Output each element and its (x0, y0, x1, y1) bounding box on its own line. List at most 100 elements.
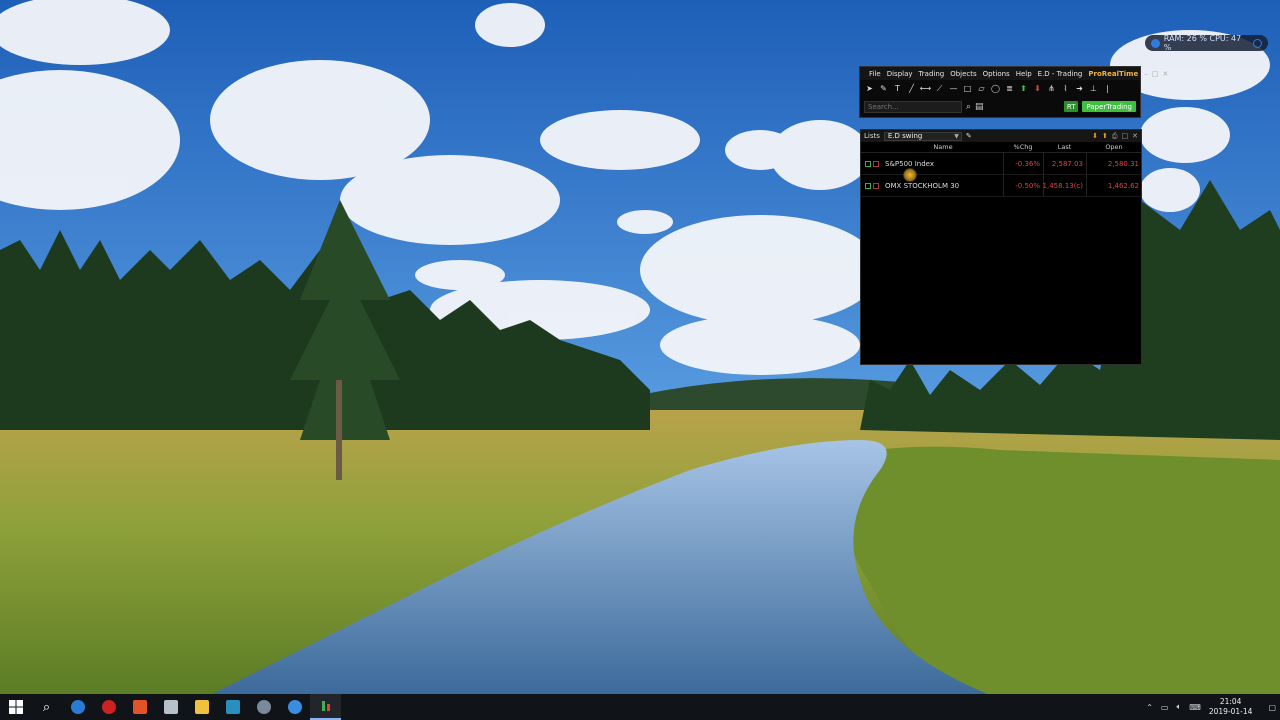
hline-tool-icon[interactable]: — (948, 83, 959, 94)
chart-checkbox[interactable] (865, 160, 871, 167)
text-tool-icon[interactable]: T (892, 83, 903, 94)
cursor-highlight (903, 168, 917, 182)
change-value: -0.36% (1003, 153, 1043, 174)
last-value: 2,587.03 (1043, 153, 1086, 174)
app-icon (132, 700, 147, 714)
channel-tool-icon[interactable]: ▱ (976, 83, 987, 94)
edge-icon (70, 700, 85, 714)
search-input[interactable] (864, 100, 962, 113)
ray-tool-icon[interactable]: ⟷ (920, 83, 931, 94)
column-name[interactable]: Name (883, 143, 1003, 151)
ellipse-tool-icon[interactable]: ◯ (990, 83, 1001, 94)
column-open[interactable]: Open (1086, 143, 1142, 151)
measure-tool-icon[interactable]: ⊥ (1088, 83, 1099, 94)
realtime-badge[interactable]: RT (1063, 101, 1079, 112)
bars-tool-icon[interactable]: | (1102, 83, 1113, 94)
line-tool-icon[interactable]: ╱ (906, 83, 917, 94)
window-controls: – □ ✕ (1144, 70, 1171, 78)
search-icon[interactable]: ⌕ (966, 102, 971, 112)
alert-checkbox[interactable] (873, 182, 879, 189)
fibonacci-tool-icon[interactable]: ≣ (1004, 83, 1015, 94)
maximize-icon[interactable]: □ (1122, 132, 1129, 141)
chevron-down-icon: ▼ (954, 132, 959, 140)
taskbar-ie[interactable] (279, 694, 310, 720)
rectangle-tool-icon[interactable]: □ (962, 83, 973, 94)
lists-title: Lists (864, 132, 880, 140)
prorealtime-toolbar-window: File Display Trading Objects Options Hel… (859, 66, 1168, 118)
selected-list-name: E.D swing (887, 132, 923, 140)
network-icon[interactable]: ▭ (1161, 703, 1169, 712)
menu-bar: File Display Trading Objects Options Hel… (860, 67, 1168, 80)
taskbar-recorder[interactable] (93, 694, 124, 720)
taskbar-webcam[interactable] (248, 694, 279, 720)
alert-checkbox[interactable] (873, 160, 879, 167)
taskbar-app-grey[interactable] (155, 694, 186, 720)
prorealtime-taskbar-icon (321, 701, 330, 711)
instrument-name: S&P500 Index (885, 159, 934, 168)
chevron-up-icon[interactable]: ⌃ (1146, 703, 1153, 712)
language-icon[interactable]: ⌨ (1189, 703, 1201, 712)
search-row: ⌕ ▤ RT PaperTrading (860, 97, 1140, 116)
webcam-icon (256, 700, 271, 714)
screener-icon[interactable]: ▤ (975, 102, 984, 112)
menu-file[interactable]: File (869, 70, 881, 78)
windows-logo-icon (8, 700, 23, 714)
lists-window: Lists E.D swing ▼ ✎ ⬇ ⬆ ⎙ □ ✕ Name %Chg … (860, 129, 1142, 365)
clock-date: 2019-01-14 (1208, 707, 1253, 716)
clock[interactable]: 21:04 2019-01-14 (1209, 697, 1253, 717)
taskbar-explorer[interactable] (186, 694, 217, 720)
column-header: Name %Chg Last Open (861, 142, 1141, 153)
print-icon[interactable]: ⎙ (1112, 132, 1118, 141)
close-icon[interactable]: ✕ (1162, 70, 1168, 78)
brand-label: ProRealTime (1088, 69, 1139, 78)
taskbar-edge[interactable] (62, 694, 93, 720)
column-last[interactable]: Last (1043, 143, 1086, 151)
drawing-tools-bar: ➤ ✎ T ╱ ⟷ ⟋ — □ ▱ ◯ ≣ ⬆ ⬇ ⋔ ⌇ ➜ ⊥ | (860, 80, 1140, 97)
last-value: 1,458.13(c) (1043, 175, 1086, 196)
arrow-tool-icon[interactable]: ➜ (1074, 83, 1085, 94)
maximize-icon[interactable]: □ (1152, 70, 1159, 78)
sort-up-icon[interactable]: ⬆ (1102, 132, 1108, 141)
system-tray: ⌃ ▭ 🔈︎ ⌨ 21:04 2019-01-14 ▢ (1146, 697, 1280, 717)
taskbar-app-teal[interactable] (217, 694, 248, 720)
edit-list-icon[interactable]: ✎ (966, 132, 972, 140)
sell-arrow-icon[interactable]: ⬇ (1032, 83, 1043, 94)
close-icon[interactable]: ✕ (1132, 132, 1138, 141)
row-checkboxes (861, 182, 883, 189)
taskbar-prorealtime[interactable] (310, 694, 341, 720)
minimize-icon[interactable]: – (1144, 70, 1148, 78)
start-button[interactable] (0, 694, 31, 720)
folder-icon (194, 700, 209, 714)
pencil-tool-icon[interactable]: ✎ (878, 83, 889, 94)
menu-help[interactable]: Help (1016, 70, 1032, 78)
monitor-icon (1151, 38, 1160, 48)
open-value: 1,462.62 (1086, 175, 1142, 196)
resource-monitor-text: RAM: 26 % CPU: 47 % (1163, 34, 1242, 52)
pitchfork-tool-icon[interactable]: ⋔ (1046, 83, 1057, 94)
menu-objects[interactable]: Objects (950, 70, 976, 78)
taskbar: ⌕ ⌃ ▭ 🔈︎ ⌨ 21:04 2019-01-14 ▢ (0, 694, 1280, 720)
search-button[interactable]: ⌕ (31, 694, 62, 720)
papertrading-button[interactable]: PaperTrading (1082, 101, 1136, 112)
menu-display[interactable]: Display (887, 70, 913, 78)
sort-down-icon[interactable]: ⬇ (1092, 132, 1098, 141)
volume-icon[interactable]: 🔈︎ (1176, 702, 1181, 712)
pointer-tool-icon[interactable]: ➤ (864, 83, 875, 94)
lists-titlebar: Lists E.D swing ▼ ✎ ⬇ ⬆ ⎙ □ ✕ (861, 130, 1141, 142)
column-change[interactable]: %Chg (1003, 143, 1043, 151)
taskbar-app-red[interactable] (124, 694, 155, 720)
zigzag-tool-icon[interactable]: ⌇ (1060, 83, 1071, 94)
globe-icon (287, 700, 302, 714)
buy-arrow-icon[interactable]: ⬆ (1018, 83, 1029, 94)
menu-options[interactable]: Options (983, 70, 1010, 78)
instrument-name: OMX STOCKHOLM 30 (885, 181, 960, 190)
trendline-tool-icon[interactable]: ⟋ (934, 83, 945, 94)
app-icon (225, 700, 240, 714)
lists-window-controls: ⬇ ⬆ ⎙ □ ✕ (1092, 132, 1141, 141)
chart-checkbox[interactable] (865, 182, 871, 189)
list-selector[interactable]: E.D swing ▼ (883, 131, 962, 141)
record-icon (101, 700, 116, 714)
notifications-icon[interactable]: ▢ (1268, 703, 1276, 712)
menu-workspace[interactable]: E.D - Trading (1038, 70, 1083, 78)
menu-trading[interactable]: Trading (919, 70, 945, 78)
